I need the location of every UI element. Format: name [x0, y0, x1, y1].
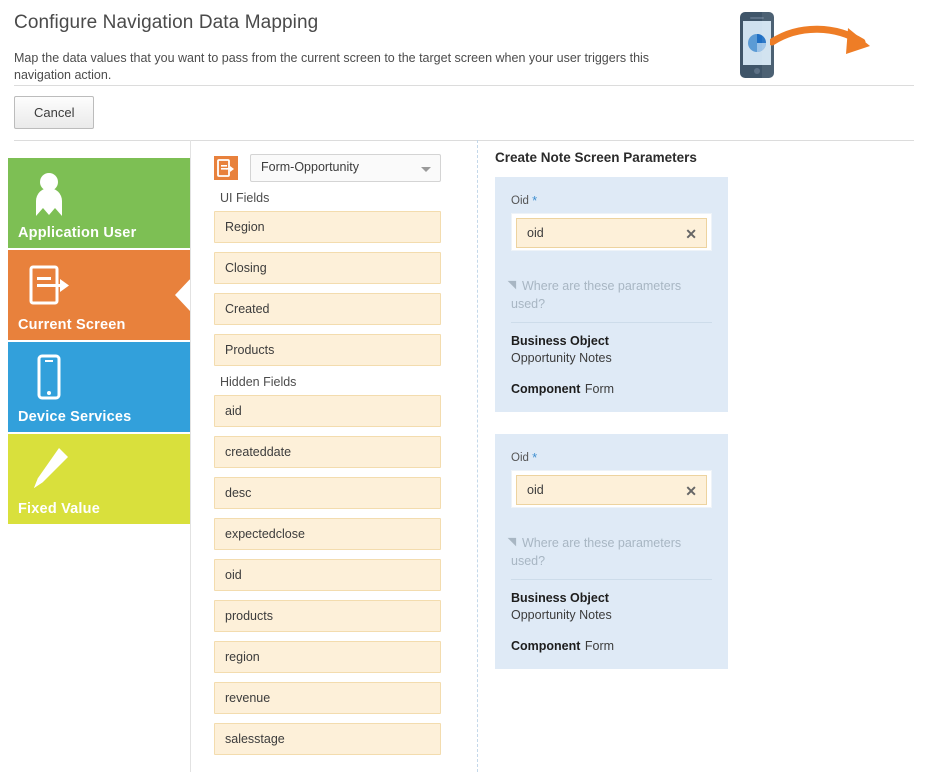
navigation-graphic [740, 6, 912, 84]
parameter-token[interactable]: oid ✕ [516, 218, 707, 248]
chevron-down-icon [421, 167, 431, 172]
pencil-icon [26, 444, 72, 494]
list-item[interactable]: revenue [214, 682, 441, 714]
where-used-label: Where are these parameters used? [511, 536, 681, 568]
cancel-button[interactable]: Cancel [14, 96, 94, 129]
collapse-triangle-icon [508, 277, 521, 290]
list-item[interactable]: expectedclose [214, 518, 441, 550]
where-used-toggle[interactable]: Where are these parameters used? [511, 277, 712, 313]
component-label: Component [511, 639, 580, 653]
list-item[interactable]: createddate [214, 436, 441, 468]
where-used-divider [511, 579, 712, 580]
business-object-label: Business Object [511, 590, 712, 607]
collapse-triangle-icon [508, 534, 521, 547]
header-divider-top [14, 85, 914, 86]
data-source-tiles: Application User Current Screen [8, 158, 190, 526]
parameter-card: Oid * oid ✕ Where are these parameters u… [495, 434, 728, 669]
screen-select-value: Form-Opportunity [261, 160, 359, 174]
component-value: Form [585, 382, 614, 396]
parameter-value: oid [527, 483, 544, 497]
phone-pie-chart-icon [740, 12, 774, 78]
parameter-label-text: Oid [511, 452, 529, 464]
action-bar: Cancel [14, 96, 94, 129]
user-icon [26, 168, 72, 218]
parameter-token[interactable]: oid ✕ [516, 475, 707, 505]
list-item[interactable]: products [214, 600, 441, 632]
ui-fields-label: UI Fields [220, 191, 441, 205]
business-object-meta: Business Object Opportunity Notes [511, 590, 712, 624]
configure-navigation-data-mapping-page: Configure Navigation Data Mapping Map th… [0, 0, 928, 772]
parameter-card: Oid * oid ✕ Where are these parameters u… [495, 177, 728, 412]
parameter-label-text: Oid [511, 195, 529, 207]
sidebar-item-application-user[interactable]: Application User [8, 158, 190, 248]
ui-fields-list: Region Closing Created Products [214, 211, 441, 366]
list-item[interactable]: region [214, 641, 441, 673]
required-indicator: * [532, 450, 537, 465]
sidebar-item-device-services[interactable]: Device Services [8, 342, 190, 432]
source-screen-row: Form-Opportunity [214, 154, 441, 182]
parameter-input[interactable]: oid ✕ [511, 470, 712, 508]
business-object-value: Opportunity Notes [511, 350, 712, 367]
sidebar-item-fixed-value[interactable]: Fixed Value [8, 434, 190, 524]
component-value: Form [585, 639, 614, 653]
sidebar-item-label: Current Screen [18, 317, 126, 333]
selected-tile-notch [175, 278, 190, 312]
where-used-divider [511, 322, 712, 323]
page-header: Configure Navigation Data Mapping Map th… [0, 0, 928, 84]
list-item[interactable]: Products [214, 334, 441, 366]
column-divider [190, 140, 191, 772]
list-item[interactable]: desc [214, 477, 441, 509]
hidden-fields-label: Hidden Fields [220, 375, 441, 389]
list-item[interactable]: aid [214, 395, 441, 427]
list-item[interactable]: Created [214, 293, 441, 325]
hidden-fields-list: aid createddate desc expectedclose oid p… [214, 395, 441, 755]
mobile-device-icon [26, 352, 72, 402]
parameter-label: Oid * [511, 193, 712, 208]
source-fields-panel: Form-Opportunity UI Fields Region Closin… [214, 154, 441, 764]
where-used-label: Where are these parameters used? [511, 279, 681, 311]
page-description: Map the data values that you want to pas… [14, 50, 664, 84]
where-used-toggle[interactable]: Where are these parameters used? [511, 534, 712, 570]
component-meta: Component Form [511, 637, 712, 655]
parameter-label: Oid * [511, 450, 712, 465]
list-item[interactable]: oid [214, 559, 441, 591]
list-item[interactable]: Closing [214, 252, 441, 284]
screen-select[interactable]: Form-Opportunity [250, 154, 441, 182]
close-icon[interactable]: ✕ [685, 223, 697, 245]
parameter-input[interactable]: oid ✕ [511, 213, 712, 251]
screen-arrow-glyph [214, 156, 238, 180]
business-object-label: Business Object [511, 333, 712, 350]
screen-parameters-panel: Create Note Screen Parameters Oid * oid … [495, 150, 728, 691]
close-icon[interactable]: ✕ [685, 480, 697, 502]
business-object-meta: Business Object Opportunity Notes [511, 333, 712, 367]
phone-home-button [754, 68, 760, 74]
sidebar-item-current-screen[interactable]: Current Screen [8, 250, 190, 340]
parameter-value: oid [527, 226, 544, 240]
dashed-column-divider [477, 140, 478, 772]
panel-title: Create Note Screen Parameters [495, 150, 728, 165]
list-item[interactable]: salesstage [214, 723, 441, 755]
screen-arrow-icon [26, 260, 72, 310]
sidebar-item-label: Fixed Value [18, 501, 100, 517]
component-meta: Component Form [511, 380, 712, 398]
required-indicator: * [532, 193, 537, 208]
screen-arrow-icon [214, 156, 238, 180]
component-label: Component [511, 382, 580, 396]
sidebar-item-label: Device Services [18, 409, 131, 425]
sidebar-item-label: Application User [18, 225, 136, 241]
page-body: Application User Current Screen [0, 140, 928, 772]
curved-arrow-icon [770, 20, 884, 68]
list-item[interactable]: Region [214, 211, 441, 243]
business-object-value: Opportunity Notes [511, 607, 712, 624]
